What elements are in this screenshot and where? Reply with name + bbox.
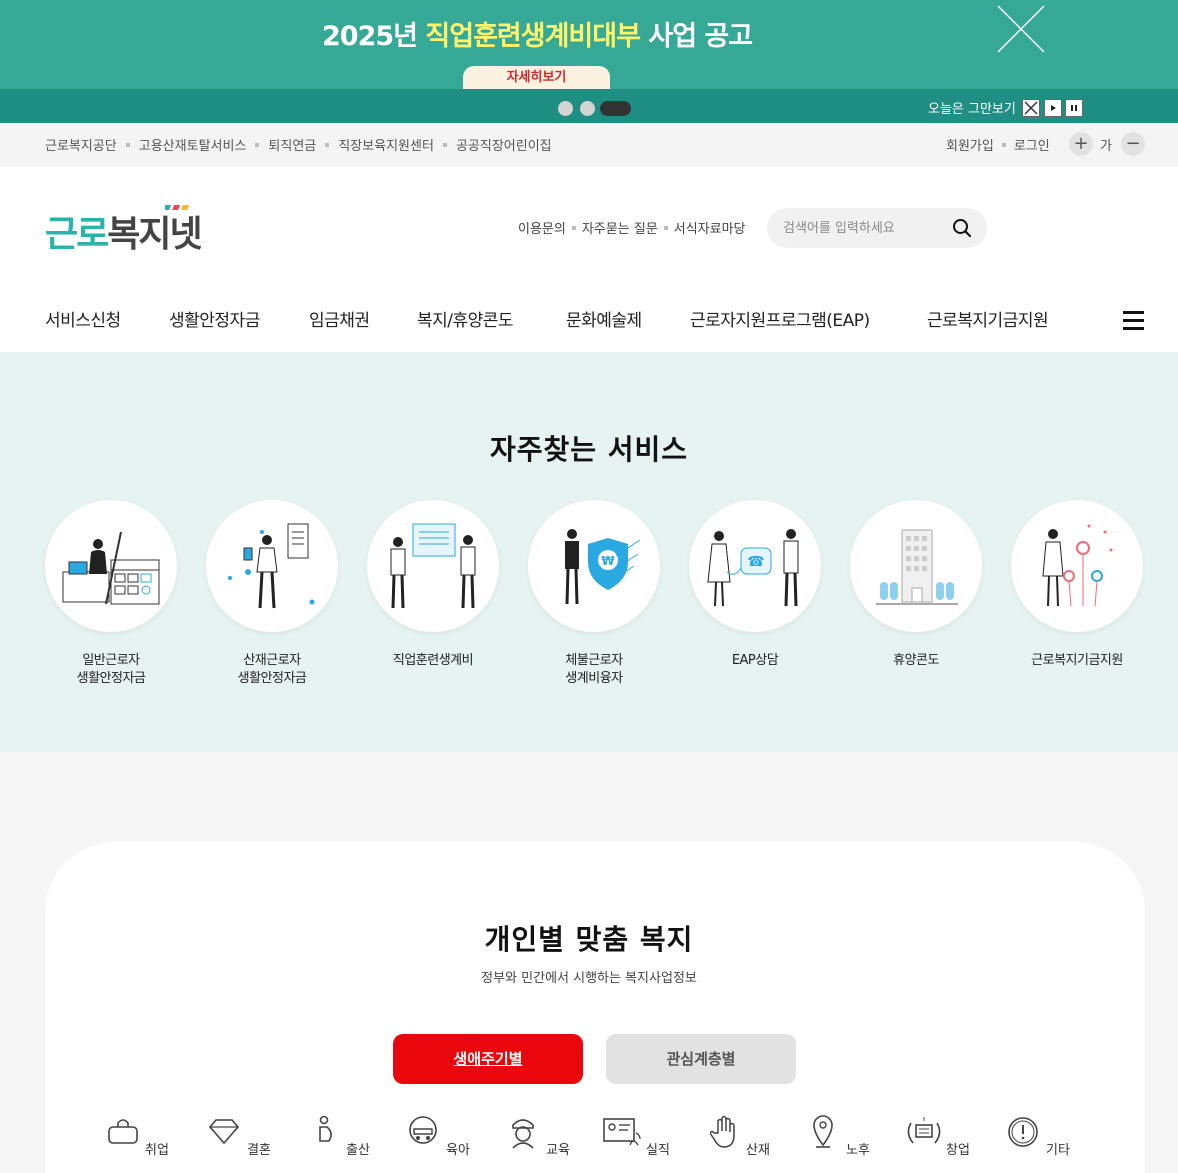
- personal-welfare-subtitle: 정부와 민간에서 시행하는 복지사업정보: [481, 971, 697, 986]
- diamond-icon: [208, 1119, 240, 1145]
- service-unpaid-worker-loan[interactable]: ₩ 체불근로자 생계비융자: [528, 500, 660, 686]
- search-icon[interactable]: [952, 218, 972, 238]
- today-close-label[interactable]: 오늘은 그만보기: [928, 98, 1016, 117]
- top-banner: 2025년 직업훈련생계비대부 사업 공고 자세히보기: [0, 0, 1178, 89]
- util-link-pension[interactable]: 퇴직연금: [268, 135, 316, 154]
- gnb-item-living-fund[interactable]: 생활안정자금: [169, 306, 260, 331]
- site-logo[interactable]: 근로복지넷: [45, 205, 203, 257]
- gnb-item-welfare-condo[interactable]: 복지/휴양콘도: [417, 306, 514, 331]
- id-card-icon: [603, 1118, 641, 1146]
- service-label: 휴양콘도: [893, 653, 939, 668]
- category-education[interactable]: 교육: [507, 1115, 577, 1165]
- category-startup[interactable]: 창업: [905, 1115, 975, 1165]
- document-worker-icon: [206, 500, 338, 632]
- util-link-kcomwel[interactable]: 근로복지공단: [45, 135, 117, 154]
- gnb-item-eap[interactable]: 근로자지원프로그램(EAP): [690, 306, 870, 331]
- gnb-item-service[interactable]: 서비스신청: [45, 306, 121, 331]
- banner-detail-button[interactable]: 자세히보기: [463, 66, 610, 89]
- hand-icon: [710, 1115, 735, 1148]
- member-links: 회원가입 로그인: [946, 135, 1050, 154]
- search-box: [767, 208, 987, 248]
- util-link-daycare[interactable]: 공공직장어린이집: [456, 135, 552, 154]
- banner-slide-dot-active[interactable]: [600, 101, 631, 116]
- menu-icon[interactable]: [1123, 311, 1144, 330]
- calendar-worker-icon: [45, 500, 177, 632]
- banner-title-suffix: 사업 공고: [639, 21, 753, 52]
- gnb-item-art-festival[interactable]: 문화예술제: [566, 306, 642, 331]
- logo-text-part2: 복지넷: [107, 214, 202, 255]
- zoom-out-button[interactable]: −: [1121, 132, 1145, 156]
- gnb-item-welfare-fund[interactable]: 근로복지기금지원: [927, 306, 1049, 331]
- tab-interest-group[interactable]: 관심계층별: [606, 1034, 796, 1084]
- shield-won-icon: ₩: [528, 500, 660, 632]
- logo-mark-icon: [165, 205, 189, 210]
- tab-lifecycle[interactable]: 생애주기별: [393, 1034, 583, 1084]
- category-employment[interactable]: 취업: [107, 1115, 177, 1165]
- search-input[interactable]: [783, 218, 943, 238]
- category-childcare[interactable]: 육아: [407, 1115, 477, 1165]
- banner-title[interactable]: 2025년 직업훈련생계비대부 사업 공고: [322, 14, 753, 53]
- header-link-faq[interactable]: 자주묻는 질문: [582, 218, 658, 237]
- service-label: 체불근로자 생계비융자: [565, 653, 623, 686]
- service-label: 직업훈련생계비: [392, 653, 474, 668]
- gnb-item-wage-claim[interactable]: 임금채권: [309, 306, 370, 331]
- svg-text:☎: ☎: [747, 554, 764, 570]
- service-general-living-fund[interactable]: 일반근로자 생활안정자금: [45, 500, 177, 686]
- service-training-living-cost[interactable]: 직업훈련생계비: [367, 500, 499, 668]
- flower-won-icon: [1011, 500, 1143, 632]
- join-link[interactable]: 회원가입: [946, 135, 994, 154]
- category-childbirth[interactable]: 출산: [312, 1115, 382, 1165]
- banner-title-prefix: 2025년: [322, 21, 426, 52]
- svg-text:₩: ₩: [601, 554, 615, 568]
- play-icon[interactable]: [1044, 99, 1062, 117]
- student-icon: [512, 1119, 534, 1149]
- util-link-total-service[interactable]: 고용산재토탈서비스: [139, 135, 247, 154]
- banner-close-icon[interactable]: [996, 4, 1046, 54]
- info-circle-icon: [1008, 1117, 1038, 1147]
- banner-title-highlight: 직업훈련생계비대부: [425, 21, 641, 52]
- pregnant-icon: [319, 1115, 332, 1142]
- util-link-childcare-center[interactable]: 직장보육지원센터: [338, 135, 434, 154]
- building-icon: [850, 500, 982, 632]
- banner-slide-dot[interactable]: [580, 101, 595, 116]
- category-unemployment[interactable]: 실직: [602, 1115, 677, 1165]
- header-link-forms[interactable]: 서식자료마당: [674, 218, 746, 237]
- briefcase-icon: [108, 1119, 138, 1144]
- login-link[interactable]: 로그인: [1014, 135, 1050, 154]
- service-industrial-living-fund[interactable]: 산재근로자 생활안정자금: [206, 500, 338, 686]
- category-other[interactable]: 기타: [1006, 1115, 1076, 1165]
- service-resort-condo[interactable]: 휴양콘도: [850, 500, 982, 668]
- category-industrial-accident[interactable]: 산재: [710, 1115, 780, 1165]
- banner-slide-dot[interactable]: [558, 101, 573, 116]
- header-quick-links: 이용문의 자주묻는 질문 서식자료마당: [518, 218, 746, 237]
- service-label: EAP상담: [731, 653, 779, 668]
- zoom-label: 가: [1100, 139, 1112, 154]
- logo-text-part1: 근로: [45, 214, 109, 255]
- frequent-services-title: 자주찾는 서비스: [489, 433, 689, 466]
- pause-icon[interactable]: [1065, 99, 1083, 117]
- location-pin-icon: [813, 1115, 833, 1148]
- category-old-age[interactable]: 노후: [812, 1115, 882, 1165]
- service-label: 일반근로자 생활안정자금: [76, 653, 146, 686]
- header-link-inquiry[interactable]: 이용문의: [518, 218, 566, 237]
- zoom-in-button[interactable]: +: [1069, 132, 1093, 156]
- presentation-board-icon: [367, 500, 499, 632]
- service-welfare-fund-support[interactable]: 근로복지기금지원: [1011, 500, 1143, 668]
- phone-counseling-icon: ☎: [689, 500, 821, 632]
- laurel-certificate-icon: [907, 1117, 941, 1144]
- today-close-icon[interactable]: [1022, 99, 1040, 117]
- service-eap-counseling[interactable]: ☎ EAP상담: [689, 500, 821, 668]
- category-marriage[interactable]: 결혼: [207, 1115, 277, 1165]
- service-label: 근로복지기금지원: [1031, 653, 1123, 668]
- stroller-icon: [409, 1116, 437, 1144]
- service-label: 산재근로자 생활안정자금: [237, 653, 307, 686]
- family-site-links: 근로복지공단 고용산재토탈서비스 퇴직연금 직장보육지원센터 공공직장어린이집: [45, 135, 552, 154]
- personal-welfare-title: 개인별 맞춤 복지: [484, 923, 694, 956]
